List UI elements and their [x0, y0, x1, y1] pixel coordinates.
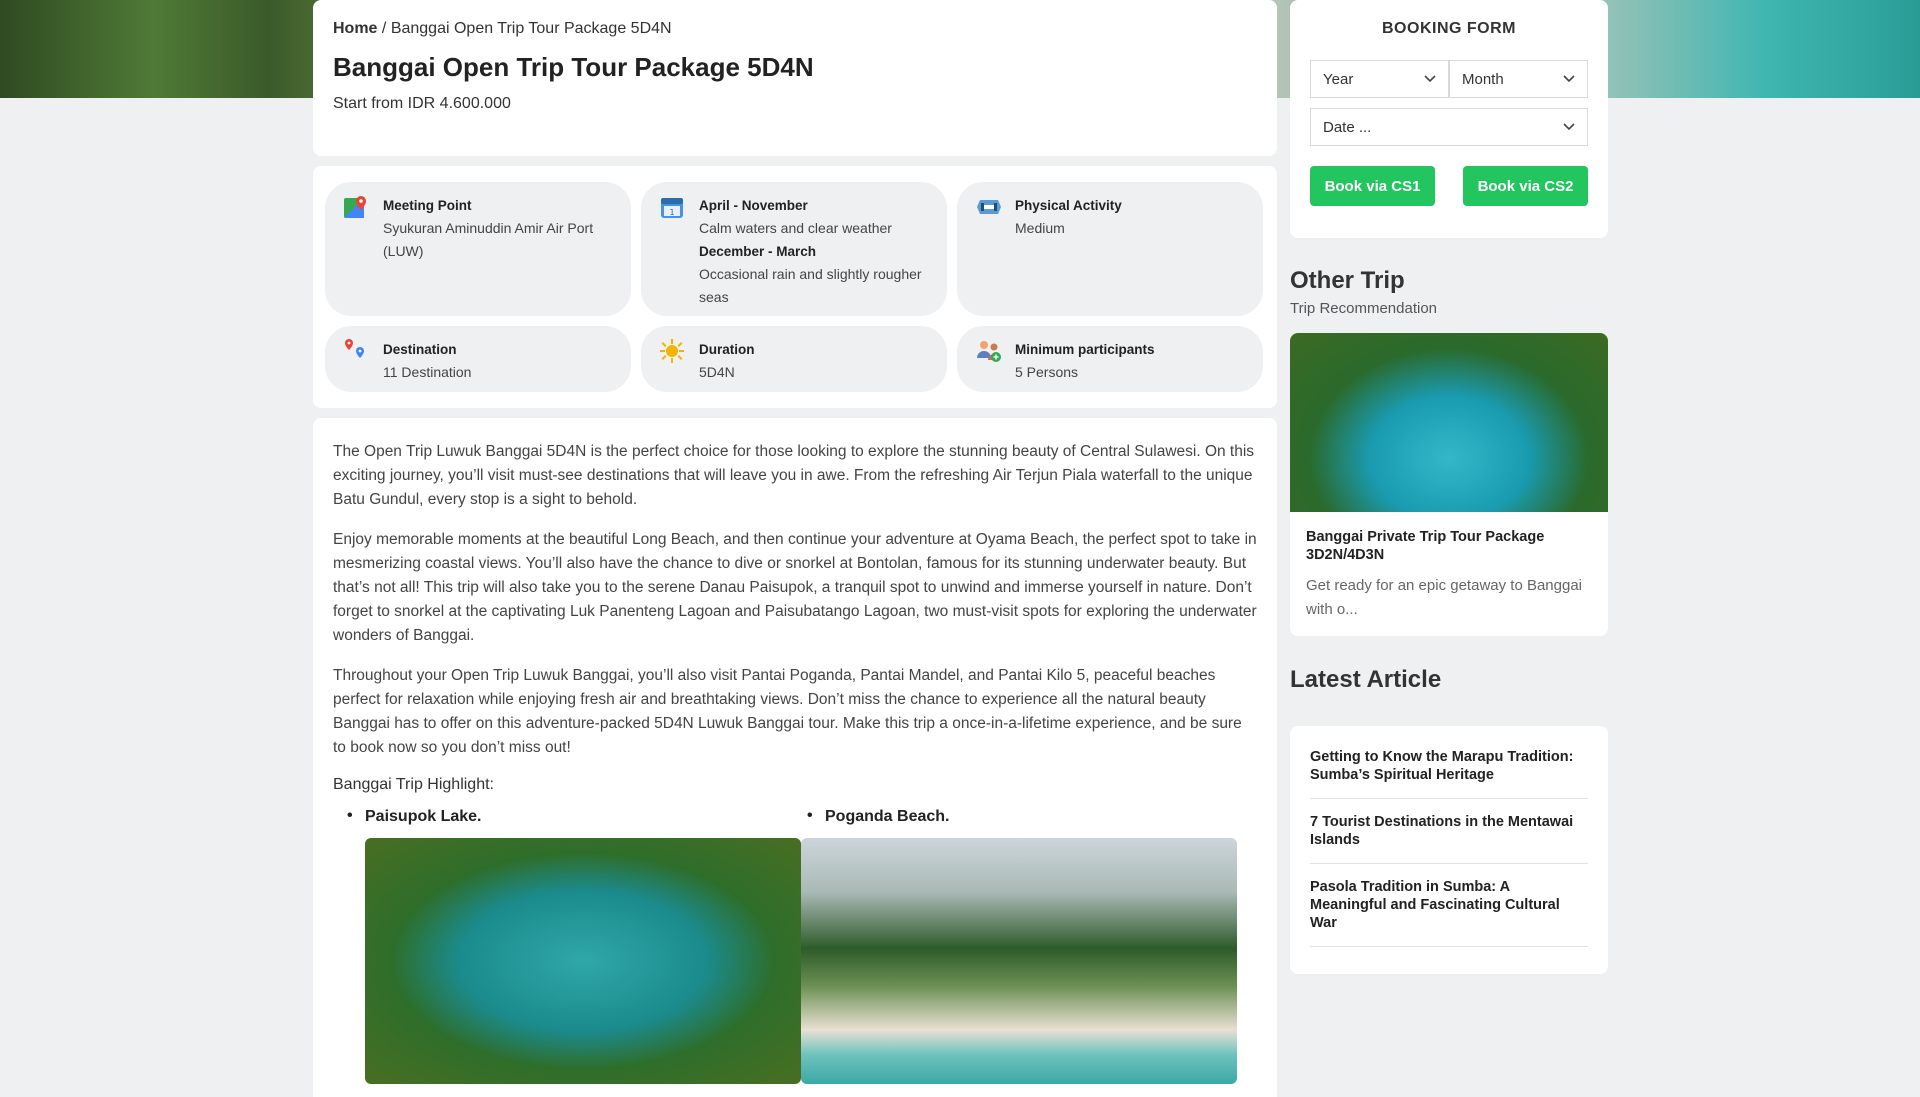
- description-card: The Open Trip Luwuk Banggai 5D4N is the …: [313, 418, 1277, 1097]
- chevron-down-icon: [1424, 72, 1436, 86]
- booking-form-title: BOOKING FORM: [1382, 20, 1516, 37]
- physical-activity-label: Physical Activity: [1015, 198, 1122, 213]
- chevron-down-icon: [1563, 72, 1575, 86]
- destination-tile: Destination 11 Destination: [325, 326, 631, 392]
- booking-form: BOOKING FORM Year Month Date ... Book vi…: [1290, 0, 1608, 238]
- month-select-value: Month: [1462, 70, 1504, 88]
- map-icon: [343, 194, 383, 304]
- breadcrumb-current: Banggai Open Trip Tour Package 5D4N: [390, 20, 672, 37]
- date-select-value: Date ...: [1323, 118, 1372, 136]
- duration-tile: Duration 5D4N: [641, 326, 947, 392]
- highlight-title: Banggai Trip Highlight:: [333, 776, 494, 793]
- meeting-point-value: Syukuran Aminuddin Amir Air Port (LUW): [383, 220, 594, 259]
- latest-article-list: Getting to Know the Marapu Tradition: Su…: [1290, 726, 1608, 974]
- duration-value: 5D4N: [699, 364, 735, 380]
- year-select[interactable]: Year: [1310, 60, 1449, 98]
- year-select-value: Year: [1323, 70, 1354, 88]
- poganda-beach-image: [801, 838, 1237, 1084]
- page-title: Banggai Open Trip Tour Package 5D4N: [333, 52, 814, 82]
- destination-value: 11 Destination: [383, 364, 472, 380]
- article-link[interactable]: Pasola Tradition in Sumba: A Meaningful …: [1310, 864, 1588, 947]
- description-paragraph-3: Throughout your Open Trip Luwuk Banggai,…: [333, 667, 1242, 756]
- breadcrumb-home-link[interactable]: Home: [333, 20, 377, 37]
- chevron-down-icon: [1563, 120, 1575, 134]
- sun-icon: [659, 338, 699, 380]
- physical-activity-value: Medium: [1015, 220, 1065, 236]
- book-via-cs2-button[interactable]: Book via CS2: [1463, 166, 1588, 206]
- season-tile: 1 April - November Calm waters and clear…: [641, 182, 947, 316]
- highlight-name: Poganda Beach.: [807, 807, 1229, 826]
- participants-value: 5 Persons: [1015, 364, 1079, 380]
- trip-info-card: Meeting Point Syukuran Aminuddin Amir Ai…: [313, 166, 1277, 408]
- season-label-2: December - March: [699, 244, 817, 259]
- article-link[interactable]: 7 Tourist Destinations in the Mentawai I…: [1310, 799, 1588, 864]
- highlight-name: Paisupok Lake.: [347, 807, 769, 826]
- highlight-item: Poganda Beach.: [793, 807, 1237, 1084]
- other-trip-subtitle: Trip Recommendation: [1290, 300, 1438, 317]
- date-select[interactable]: Date ...: [1310, 108, 1588, 146]
- season-label-1: April - November: [699, 198, 808, 213]
- season-value-1: Calm waters and clear weather: [699, 220, 892, 236]
- month-select[interactable]: Month: [1449, 60, 1588, 98]
- highlight-item: Paisupok Lake.: [333, 807, 801, 1084]
- breadcrumb-separator: /: [381, 20, 387, 37]
- participants-tile: Minimum participants 5 Persons: [957, 326, 1263, 392]
- physical-activity-tile: Physical Activity Medium: [957, 182, 1263, 316]
- meeting-point-label: Meeting Point: [383, 198, 472, 213]
- location-pin-icon: [343, 338, 383, 380]
- meeting-point-tile: Meeting Point Syukuran Aminuddin Amir Ai…: [325, 182, 631, 316]
- dumbbell-icon: [975, 194, 1015, 304]
- recommended-trip-card[interactable]: Banggai Private Trip Tour Package 3D2N/4…: [1290, 333, 1608, 636]
- description-paragraph-2: Enjoy memorable moments at the beautiful…: [333, 531, 1257, 644]
- recommended-trip-excerpt: Get ready for an epic getaway to Banggai…: [1306, 577, 1583, 618]
- participants-label: Minimum participants: [1015, 342, 1155, 357]
- book-via-cs1-button[interactable]: Book via CS1: [1310, 166, 1435, 206]
- price-text: Start from IDR 4.600.000: [333, 95, 511, 112]
- duration-label: Duration: [699, 342, 755, 357]
- recommended-trip-name[interactable]: Banggai Private Trip Tour Package 3D2N/4…: [1306, 528, 1592, 564]
- breadcrumb: Home / Banggai Open Trip Tour Package 5D…: [333, 20, 1257, 38]
- destination-label: Destination: [383, 342, 457, 357]
- article-link[interactable]: Getting to Know the Marapu Tradition: Su…: [1310, 734, 1588, 799]
- latest-article-heading: Latest Article: [1290, 666, 1442, 693]
- calendar-icon: 1: [659, 194, 699, 304]
- description-paragraph-1: The Open Trip Luwuk Banggai 5D4N is the …: [333, 443, 1255, 508]
- recommended-trip-image[interactable]: [1290, 333, 1608, 512]
- other-trip-heading: Other Trip: [1290, 267, 1405, 294]
- season-value-2: Occasional rain and slightly rougher sea…: [699, 266, 922, 305]
- people-icon: [975, 338, 1015, 380]
- paisupok-lake-image: [365, 838, 801, 1084]
- title-card: Home / Banggai Open Trip Tour Package 5D…: [313, 0, 1277, 156]
- svg-text:1: 1: [669, 208, 674, 217]
